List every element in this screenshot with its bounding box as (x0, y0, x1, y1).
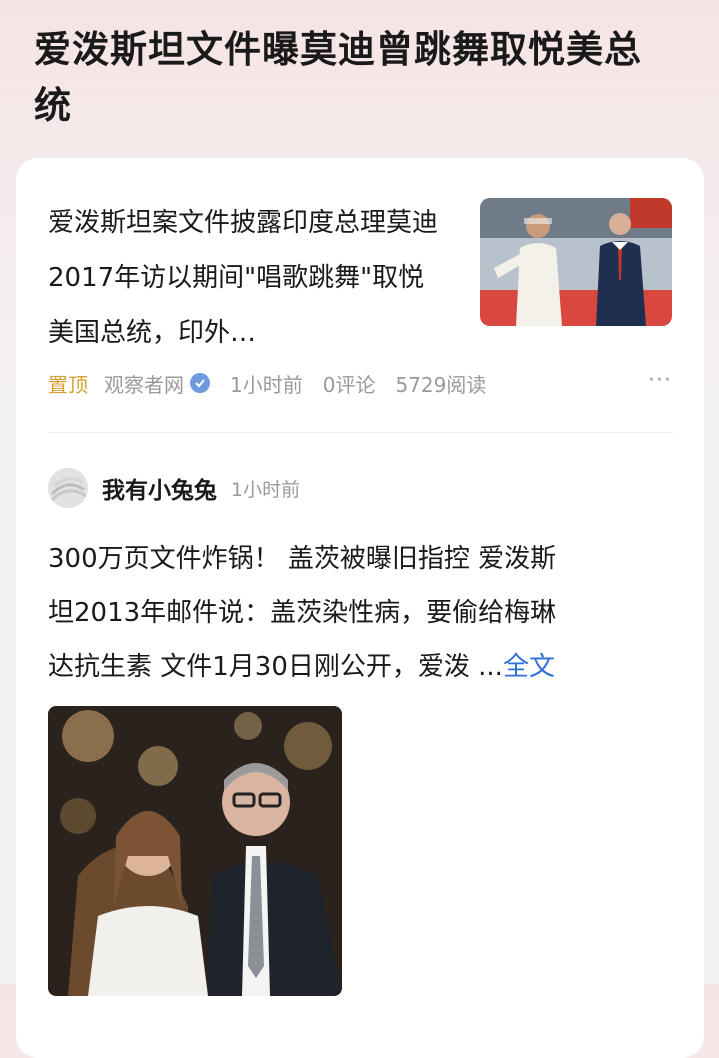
post-text-line: 坦2013年邮件说：盖茨染性病，要偷给梅琳 (48, 598, 557, 628)
news-item[interactable]: 爱泼斯坦案文件披露印度总理莫迪2017年访以期间"唱歌跳舞"取悦美国总统，印外…… (48, 196, 674, 398)
more-dots-icon[interactable]: ··· (648, 368, 672, 393)
post-text-line-content: 达抗生素 文件1月30日刚公开，爱泼 ... (48, 652, 503, 682)
news-time: 1小时前 (230, 372, 303, 397)
post-text-line: 300万页文件炸锅！ 盖茨被曝旧指控 爱泼斯 (48, 544, 557, 574)
read-more-link[interactable]: 全文 (503, 652, 555, 682)
verified-icon (190, 373, 210, 393)
comment-count: 0评论 (322, 372, 376, 397)
pinned-badge: 置顶 (48, 372, 88, 397)
news-source[interactable]: 观察者网 (104, 369, 184, 398)
news-title[interactable]: 爱泼斯坦案文件披露印度总理莫迪2017年访以期间"唱歌跳舞"取悦美国总统，印外… (48, 196, 450, 361)
divider (48, 432, 674, 433)
post-author-row: 我有小兔兔 1小时前 (48, 462, 674, 514)
read-count: 5729阅读 (395, 372, 487, 397)
news-meta-row: 置顶 观察者网 1小时前 0评论 5729阅读 ··· (48, 368, 674, 398)
post-text[interactable]: 300万页文件炸锅！ 盖茨被曝旧指控 爱泼斯 坦2013年邮件说：盖茨染性病，要… (48, 532, 674, 694)
page-title: 爱泼斯坦文件曝莫迪曾跳舞取悦美总统 (34, 28, 642, 127)
post-author-name[interactable]: 我有小兔兔 (102, 471, 217, 505)
content-card: 爱泼斯坦案文件披露印度总理莫迪2017年访以期间"唱歌跳舞"取悦美国总统，印外…… (16, 158, 704, 1058)
post-time: 1小时前 (231, 478, 301, 501)
post-text-line: 达抗生素 文件1月30日刚公开，爱泼 ...全文 (48, 640, 674, 694)
avatar[interactable] (48, 468, 88, 508)
news-thumbnail[interactable] (480, 198, 672, 326)
post-image[interactable] (48, 706, 342, 996)
